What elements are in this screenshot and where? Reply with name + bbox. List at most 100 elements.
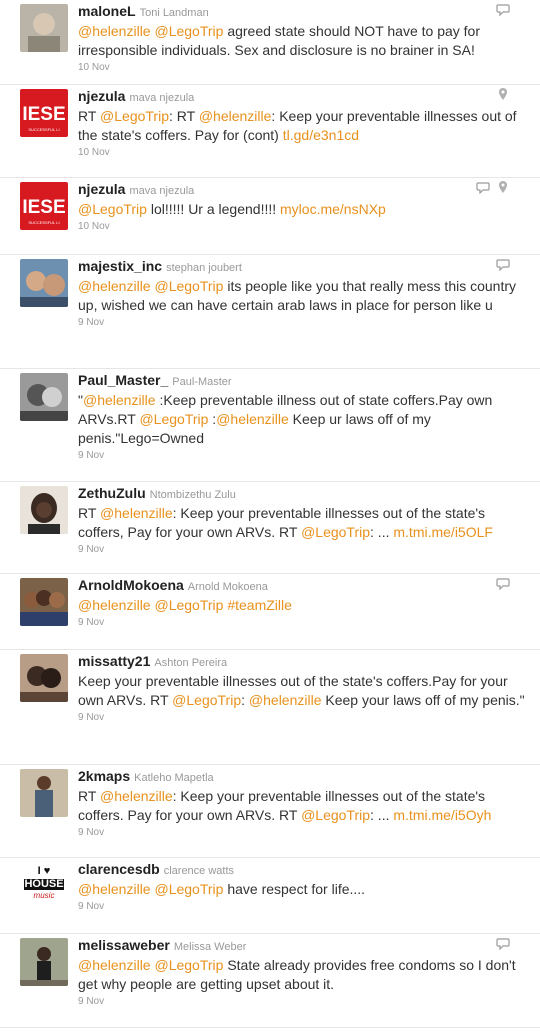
timestamp[interactable]: 10 Nov (78, 146, 530, 160)
reply-icon[interactable] (496, 936, 510, 950)
avatar[interactable] (20, 938, 68, 986)
mention-link[interactable]: @helenzille (249, 692, 322, 708)
avatar-photo (20, 486, 68, 534)
screen-name[interactable]: njezula (78, 88, 125, 104)
mention-link[interactable]: @LegoTrip (154, 23, 223, 39)
tweet-actions (496, 576, 510, 590)
url-link[interactable]: m.tmi.me/i5Oyh (393, 807, 491, 823)
mention-link[interactable]: @helenzille (199, 108, 272, 124)
avatar[interactable] (20, 486, 68, 534)
mention-link[interactable]: @LegoTrip (301, 807, 370, 823)
mention-link[interactable]: @helenzille (78, 957, 151, 973)
mention-link[interactable]: @LegoTrip (154, 278, 223, 294)
mention-link[interactable]: @LegoTrip (100, 108, 169, 124)
timestamp[interactable]: 10 Nov (78, 61, 530, 75)
tweet-item[interactable]: I ♥ HOUSE music clarencesdb clarence watts @h… (0, 858, 540, 934)
timestamp[interactable]: 10 Nov (78, 220, 530, 234)
avatar[interactable] (20, 373, 68, 421)
screen-name[interactable]: ZethuZulu (78, 485, 146, 501)
url-link[interactable]: myloc.me/nsNXp (280, 201, 386, 217)
full-name: Ashton Pereira (154, 657, 228, 669)
url-link[interactable]: m.tmi.me/i5OLF (393, 524, 493, 540)
tweet-item[interactable]: IESE SUCCESSFUL LI njezula mava njezula @Leg… (0, 178, 540, 255)
iese-logo-subtext: SUCCESSFUL LI (28, 127, 59, 132)
tweet-header: majestix_inc stephan joubert (78, 257, 530, 277)
house-logo-line2: HOUSE (24, 878, 64, 890)
tweet-item[interactable]: ZethuZulu Ntombizethu Zulu RT @helenzille:… (0, 482, 540, 574)
tweet-text: Keep your preventable illnesses out of t… (78, 672, 530, 710)
avatar[interactable] (20, 578, 68, 626)
tweet-item[interactable]: IESE SUCCESSFUL LI njezula mava njezula RT @… (0, 85, 540, 178)
mention-link[interactable]: @helenzille (78, 23, 151, 39)
mention-link[interactable]: @helenzille (78, 278, 151, 294)
avatar[interactable] (20, 769, 68, 817)
hashtag-link[interactable]: #teamZille (227, 597, 292, 613)
tweet-header: maloneL Toni Landman (78, 2, 530, 22)
mention-link[interactable]: @LegoTrip (154, 881, 223, 897)
tweet-item[interactable]: majestix_inc stephan joubert @helenzille @… (0, 255, 540, 369)
screen-name[interactable]: 2kmaps (78, 768, 130, 784)
screen-name[interactable]: njezula (78, 181, 125, 197)
mention-link[interactable]: @LegoTrip (78, 201, 147, 217)
tweet-header: ZethuZulu Ntombizethu Zulu (78, 484, 530, 504)
screen-name[interactable]: missatty21 (78, 653, 150, 669)
avatar[interactable]: I ♥ HOUSE music (20, 862, 68, 910)
screen-name[interactable]: maloneL (78, 3, 136, 19)
tweet-item[interactable]: 2kmaps Katleho Mapetla RT @helenzille: Kee… (0, 765, 540, 858)
timestamp[interactable]: 9 Nov (78, 316, 530, 330)
tweet-text-segment: : RT (169, 108, 199, 124)
reply-icon[interactable] (496, 257, 510, 271)
mention-link[interactable]: @helenzille (78, 597, 151, 613)
timestamp[interactable]: 9 Nov (78, 826, 530, 840)
reply-icon[interactable] (496, 2, 510, 16)
tweet-item[interactable]: maloneL Toni Landman @helenzille @LegoTrip… (0, 0, 540, 85)
tweet-item[interactable]: missatty21 Ashton Pereira Keep your preven… (0, 650, 540, 765)
tweet-header: missatty21 Ashton Pereira (78, 652, 530, 672)
tweet-text-segment: RT (78, 505, 101, 521)
mention-link[interactable]: @LegoTrip (301, 524, 370, 540)
mention-link[interactable]: @helenzille (100, 505, 173, 521)
screen-name[interactable]: Paul_Master_ (78, 372, 168, 388)
timestamp[interactable]: 9 Nov (78, 711, 530, 725)
mention-link[interactable]: @helenzille (216, 411, 289, 427)
avatar[interactable]: IESE SUCCESSFUL LI (20, 182, 68, 230)
screen-name[interactable]: majestix_inc (78, 258, 162, 274)
avatar[interactable]: IESE SUCCESSFUL LI (20, 89, 68, 137)
screen-name[interactable]: melissaweber (78, 937, 170, 953)
tweet-item[interactable]: melissaweber Melissa Weber @helenzille @Le… (0, 934, 540, 1028)
full-name: Arnold Mokoena (187, 581, 268, 593)
mention-link[interactable]: @LegoTrip (139, 411, 208, 427)
timestamp[interactable]: 9 Nov (78, 543, 530, 557)
tweet-text: @helenzille @LegoTrip #teamZille (78, 596, 530, 615)
reply-icon[interactable] (476, 180, 490, 194)
avatar[interactable] (20, 4, 68, 52)
avatar[interactable] (20, 654, 68, 702)
timestamp[interactable]: 9 Nov (78, 995, 530, 1009)
timestamp[interactable]: 9 Nov (78, 449, 530, 463)
reply-icon[interactable] (496, 576, 510, 590)
location-icon (496, 180, 510, 194)
mention-link[interactable]: @helenzille (83, 392, 156, 408)
timestamp[interactable]: 9 Nov (78, 616, 530, 630)
avatar-photo (20, 654, 68, 702)
tweet-text: RT @LegoTrip: RT @helenzille: Keep your … (78, 107, 530, 145)
mention-link[interactable]: @helenzille (100, 788, 173, 804)
mention-link[interactable]: @helenzille (78, 881, 151, 897)
avatar-photo (20, 259, 68, 307)
avatar[interactable] (20, 259, 68, 307)
mention-link[interactable]: @LegoTrip (172, 692, 241, 708)
tweet-item[interactable]: Paul_Master_ Paul-Master "@helenzille :Kee… (0, 369, 540, 482)
mention-link[interactable]: @LegoTrip (154, 597, 223, 613)
screen-name[interactable]: clarencesdb (78, 861, 160, 877)
tweet-header: njezula mava njezula (78, 180, 530, 200)
tweet-actions (496, 936, 510, 950)
mention-link[interactable]: @LegoTrip (154, 957, 223, 973)
screen-name[interactable]: ArnoldMokoena (78, 577, 184, 593)
tweet-text: @helenzille @LegoTrip have respect for l… (78, 880, 530, 899)
tweet-header: 2kmaps Katleho Mapetla (78, 767, 530, 787)
tweet-item[interactable]: ArnoldMokoena Arnold Mokoena @helenzille @… (0, 574, 540, 650)
tweet-text: "@helenzille :Keep preventable illness o… (78, 391, 530, 448)
timestamp[interactable]: 9 Nov (78, 900, 530, 914)
url-link[interactable]: tl.gd/e3n1cd (283, 127, 359, 143)
tweet-text: @helenzille @LegoTrip State already prov… (78, 956, 530, 994)
